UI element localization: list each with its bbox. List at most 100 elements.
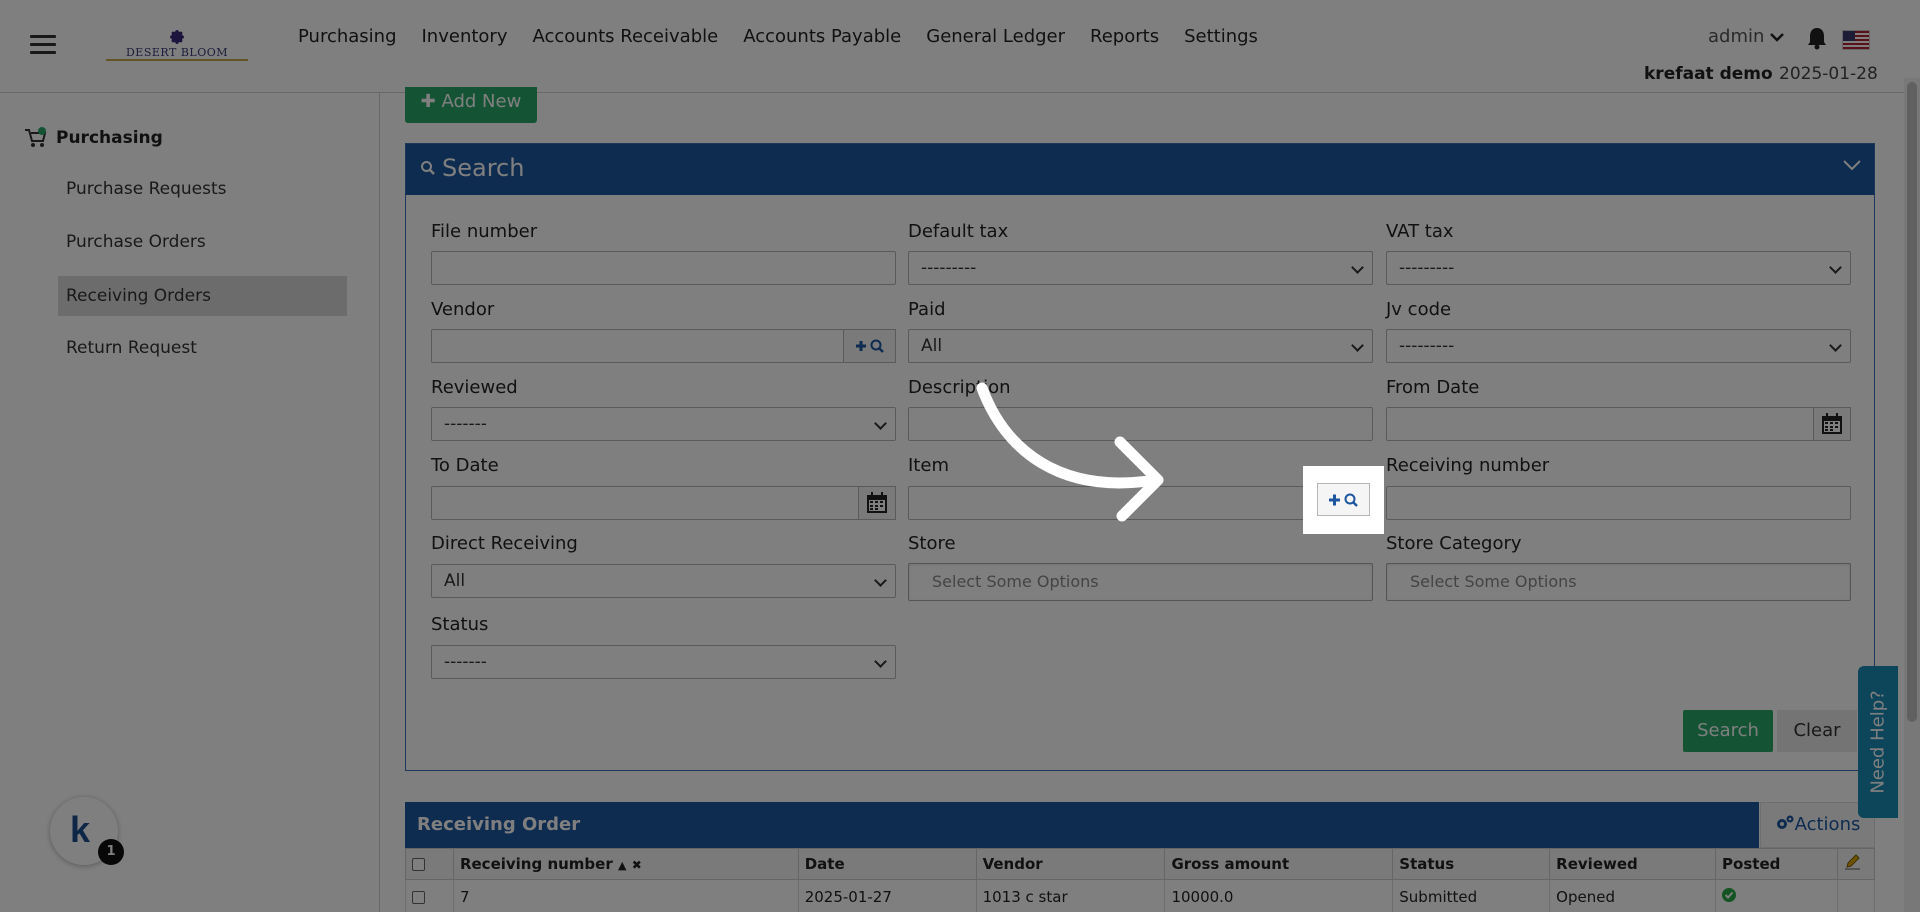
description-input[interactable] — [908, 407, 1373, 441]
main-nav: Purchasing Inventory Accounts Receivable… — [298, 26, 1283, 47]
cell-vendor: 1013 c star — [975, 879, 1166, 912]
jv-code-label: Jv code — [1386, 299, 1452, 320]
cell-reviewed: Opened — [1549, 879, 1717, 912]
assistant-launcher[interactable]: k 1 — [50, 797, 124, 865]
file-number-input[interactable] — [431, 251, 896, 285]
cell-date: 2025-01-27 — [797, 879, 977, 912]
receiving-number-label: Receiving number — [1386, 455, 1550, 476]
sidebar-section-purchasing[interactable]: Purchasing — [24, 127, 163, 149]
col-receiving-number[interactable]: Receiving number ▲ ✖ — [452, 848, 799, 880]
logo-text: DESERT BLOOM — [125, 46, 229, 59]
nav-accounts-receivable[interactable]: Accounts Receivable — [532, 26, 718, 47]
from-date-label: From Date — [1386, 377, 1480, 398]
user-name: admin — [1708, 26, 1765, 47]
vendor-input[interactable] — [431, 329, 896, 363]
row-checkbox[interactable] — [412, 890, 425, 904]
receiving-number-input[interactable] — [1386, 486, 1851, 520]
paid-select[interactable]: All — [908, 329, 1373, 363]
search-button[interactable]: Search — [1683, 710, 1773, 752]
item-search-button[interactable] — [1317, 483, 1370, 516]
vat-tax-select[interactable]: --------- — [1386, 251, 1851, 285]
nav-settings[interactable]: Settings — [1184, 26, 1258, 47]
from-date-calendar-button[interactable] — [1813, 407, 1851, 441]
need-help-tab[interactable]: Need Help? — [1858, 666, 1898, 818]
vendor-search-button[interactable] — [843, 329, 896, 363]
hamburger-menu-icon[interactable] — [30, 35, 56, 55]
col-status[interactable]: Status — [1392, 848, 1551, 880]
current-date: 2025-01-28 — [1779, 64, 1878, 84]
sidebar: Purchasing Purchase Requests Purchase Or… — [0, 93, 380, 912]
check-circle-icon — [1722, 887, 1737, 902]
calendar-icon — [867, 492, 887, 513]
notification-count-badge: 1 — [98, 839, 124, 865]
add-search-icon — [855, 339, 884, 353]
company-logo[interactable]: DESERT BLOOM — [106, 26, 248, 64]
table-row[interactable]: 7 2025-01-27 1013 c star 10000.0 Submitt… — [405, 879, 1876, 912]
us-flag-icon[interactable] — [1842, 30, 1870, 50]
default-tax-select[interactable]: --------- — [908, 251, 1373, 285]
add-new-button[interactable]: ✚ Add New — [405, 87, 537, 123]
direct-receiving-select[interactable]: All — [431, 564, 896, 598]
vat-tax-label: VAT tax — [1386, 221, 1454, 242]
chevron-down-icon[interactable] — [1842, 158, 1862, 172]
store-multiselect[interactable]: Select Some Options — [908, 563, 1373, 601]
default-tax-label: Default tax — [908, 221, 1009, 242]
to-date-input[interactable] — [431, 486, 896, 520]
calendar-icon — [1822, 413, 1842, 434]
col-posted[interactable]: Posted — [1715, 848, 1838, 880]
results-header: Receiving Order — [405, 802, 1759, 848]
select-all-header[interactable] — [405, 848, 454, 880]
jv-code-select[interactable]: --------- — [1386, 329, 1851, 363]
row-select-cell[interactable] — [405, 879, 454, 912]
remove-sort-icon[interactable]: ✖ — [632, 858, 642, 872]
cell-posted — [1715, 879, 1838, 912]
file-number-label: File number — [431, 221, 538, 242]
status-select[interactable]: ------- — [431, 645, 896, 679]
sort-asc-icon[interactable]: ▲ — [618, 859, 626, 872]
search-panel-header[interactable]: Search — [406, 144, 1874, 195]
cell-receiving-number[interactable]: 7 — [452, 879, 799, 912]
store-category-multiselect[interactable]: Select Some Options — [1386, 563, 1851, 601]
add-search-icon — [1328, 493, 1358, 507]
sidebar-item-purchase-orders[interactable]: Purchase Orders — [58, 222, 347, 262]
nav-inventory[interactable]: Inventory — [422, 26, 508, 47]
clear-button[interactable]: Clear — [1777, 710, 1857, 752]
results-table: Receiving number ▲ ✖ Date Vendor Gross a… — [405, 848, 1876, 912]
vendor-label: Vendor — [431, 299, 495, 320]
nav-reports[interactable]: Reports — [1090, 26, 1159, 47]
sidebar-title: Purchasing — [56, 128, 163, 148]
cart-icon — [25, 127, 47, 147]
chevron-down-icon — [1770, 32, 1785, 42]
edit-column-header[interactable] — [1836, 848, 1876, 880]
cell-gross-amount: 10000.0 — [1164, 879, 1394, 912]
to-date-label: To Date — [431, 455, 499, 476]
item-label: Item — [908, 455, 949, 476]
top-bar: DESERT BLOOM Purchasing Inventory Accoun… — [0, 0, 1920, 93]
description-label: Description — [908, 377, 1011, 398]
nav-accounts-payable[interactable]: Accounts Payable — [743, 26, 901, 47]
col-date[interactable]: Date — [797, 848, 977, 880]
sidebar-item-receiving-orders[interactable]: Receiving Orders — [58, 276, 347, 316]
store-category-label: Store Category — [1386, 533, 1522, 554]
search-icon — [421, 161, 435, 175]
col-vendor[interactable]: Vendor — [975, 848, 1166, 880]
paid-label: Paid — [908, 299, 946, 320]
search-panel-title: Search — [442, 154, 525, 182]
select-all-checkbox[interactable] — [412, 858, 425, 871]
reviewed-label: Reviewed — [431, 377, 518, 398]
from-date-input[interactable] — [1386, 407, 1851, 441]
nav-general-ledger[interactable]: General Ledger — [926, 26, 1065, 47]
page-scrollbar[interactable] — [1904, 78, 1920, 912]
reviewed-select[interactable]: ------- — [431, 407, 896, 441]
to-date-calendar-button[interactable] — [858, 486, 896, 520]
table-header-row: Receiving number ▲ ✖ Date Vendor Gross a… — [405, 848, 1876, 880]
store-label: Store — [908, 533, 956, 554]
direct-receiving-label: Direct Receiving — [431, 533, 578, 554]
bell-icon[interactable] — [1806, 26, 1828, 50]
sidebar-item-return-request[interactable]: Return Request — [58, 328, 347, 368]
nav-purchasing[interactable]: Purchasing — [298, 26, 397, 47]
sidebar-item-purchase-requests[interactable]: Purchase Requests — [58, 169, 347, 209]
col-gross-amount[interactable]: Gross amount — [1164, 848, 1394, 880]
col-reviewed[interactable]: Reviewed — [1549, 848, 1717, 880]
user-menu[interactable]: admin — [1708, 26, 1785, 47]
